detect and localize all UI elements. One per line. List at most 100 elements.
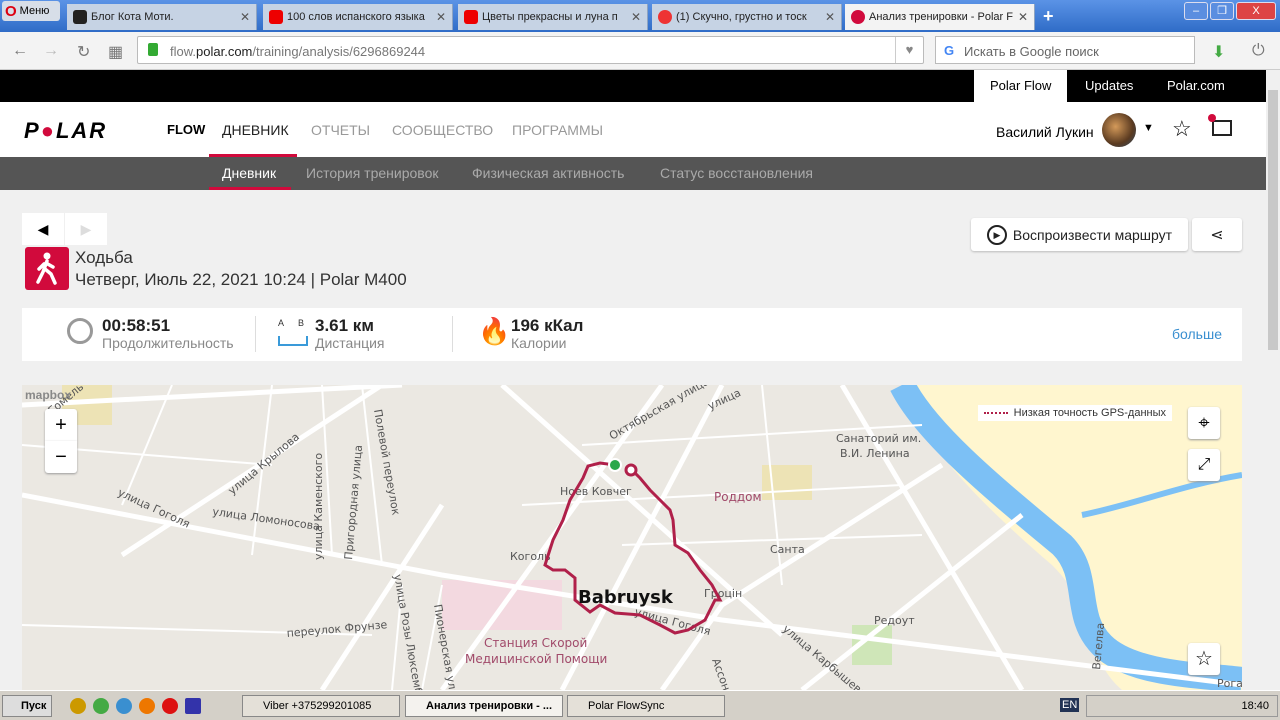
stopwatch-icon	[67, 318, 93, 344]
star-icon[interactable]: ☆	[1188, 643, 1220, 675]
distance-label: Дистанция	[315, 335, 385, 351]
play-icon: ▶	[986, 224, 1007, 245]
heart-icon[interactable]: ♥	[895, 37, 923, 63]
firefox-icon[interactable]	[139, 698, 155, 714]
polar-logo[interactable]: P●LAR	[24, 118, 107, 144]
route-map[interactable]: Гомель улица Крылова улица Каменского Пр…	[22, 385, 1242, 690]
chrome-icon[interactable]	[93, 698, 109, 714]
opera-icon[interactable]	[162, 698, 178, 714]
minimize-button[interactable]: –	[1184, 2, 1208, 20]
maximize-button[interactable]: ❐	[1210, 2, 1234, 20]
nav-programs[interactable]: ПРОГРАММЫ	[512, 122, 603, 138]
prev-button[interactable]: ◀	[22, 213, 64, 245]
lock-icon	[148, 43, 158, 56]
distance-value: 3.61 км	[315, 316, 374, 335]
next-button[interactable]: ▶	[65, 213, 107, 245]
download-icon[interactable]: ⬇	[1212, 42, 1225, 62]
google-search-input[interactable]: G Искать в Google поиск	[935, 36, 1195, 64]
user-name[interactable]: Василий Лукин	[996, 124, 1094, 140]
tab[interactable]: (1) Скучно, грустно и тоск ✕	[652, 4, 842, 30]
page-scrollbar[interactable]	[1266, 70, 1280, 690]
tab[interactable]: 100 слов испанского языка ✕	[263, 4, 453, 30]
taskbar-opera[interactable]: Анализ тренировки - ...	[405, 695, 563, 717]
map-legend: Низкая точность GPS-данных	[977, 405, 1172, 421]
close-tab-icon[interactable]: ✕	[631, 10, 641, 24]
svg-text:Санаторий им.: Санаторий им.	[836, 432, 921, 445]
fullscreen-icon[interactable]: ⤢	[1188, 449, 1220, 481]
chevron-left-icon: ◀	[37, 221, 49, 237]
share-button[interactable]: ⋖	[1192, 218, 1242, 251]
app-icon[interactable]	[116, 698, 132, 714]
cat-icon	[73, 10, 87, 24]
star-icon[interactable]: ☆	[1172, 116, 1192, 142]
map-canvas: Гомель улица Крылова улица Каменского Пр…	[22, 385, 1242, 690]
nav-diary[interactable]: ДНЕВНИК	[222, 122, 289, 138]
svg-text:Медицинской Помощи: Медицинской Помощи	[465, 652, 607, 666]
tab-active[interactable]: Анализ тренировки - Polar F ✕	[845, 4, 1035, 30]
nav-community[interactable]: СООБЩЕСТВО	[392, 122, 493, 138]
speed-dial-icon[interactable]: ▦	[108, 42, 123, 62]
zoom-out-button[interactable]: −	[45, 441, 77, 473]
stats-bar: 00:58:51 Продолжительность A B 3.61 км Д…	[22, 308, 1242, 361]
calories-value: 196 кКал	[511, 316, 584, 335]
svg-text:улица Гоголя: улица Гоголя	[116, 486, 192, 531]
walking-icon	[25, 247, 69, 290]
link-updates[interactable]: Updates	[1085, 70, 1133, 102]
url-input[interactable]: flow.polar.com/training/analysis/6296869…	[137, 36, 924, 64]
opera-menu-button[interactable]: O Меню	[2, 1, 60, 21]
save-icon[interactable]	[185, 698, 201, 714]
youtube-icon	[269, 10, 283, 24]
svg-text:улица Каменского: улица Каменского	[312, 453, 325, 560]
svg-text:Рогачёв: Рогачёв	[1217, 677, 1242, 690]
chevron-down-icon[interactable]: ▼	[1143, 122, 1154, 134]
close-tab-icon[interactable]: ✕	[240, 10, 250, 24]
taskbar-viber[interactable]: Viber +375299201085	[242, 695, 400, 717]
svg-text:улица Ломоносова: улица Ломоносова	[212, 505, 321, 533]
svg-text:Гроцін: Гроцін	[704, 587, 742, 600]
subnav-history[interactable]: История тренировок	[306, 165, 438, 181]
close-tab-icon[interactable]: ✕	[436, 10, 446, 24]
dotted-line-icon	[983, 412, 1008, 415]
notifications-icon[interactable]	[1208, 114, 1232, 136]
start-button[interactable]: Пуск	[2, 695, 52, 717]
back-icon[interactable]: ←	[12, 42, 28, 60]
svg-text:переулок Фрунзе: переулок Фрунзе	[286, 618, 388, 640]
new-tab-button[interactable]: +	[1043, 6, 1054, 27]
taskbar-flowsync[interactable]: Polar FlowSync	[567, 695, 725, 717]
tab[interactable]: Блог Кота Моти. ✕	[67, 4, 257, 30]
address-bar-area: ← → ↻ ▦ flow.polar.com/training/analysis…	[0, 32, 1280, 70]
close-tab-icon[interactable]: ✕	[825, 10, 835, 24]
close-tab-icon[interactable]: ✕	[1018, 10, 1028, 24]
reload-icon[interactable]: ↻	[77, 42, 90, 62]
replay-route-button[interactable]: ▶ Воспроизвести маршрут	[971, 218, 1188, 251]
nav-reports[interactable]: ОТЧЕТЫ	[311, 122, 370, 138]
ruler-icon	[278, 336, 308, 346]
avatar[interactable]	[1102, 113, 1136, 147]
calories-label: Калории	[511, 335, 567, 351]
close-window-button[interactable]: X	[1236, 2, 1276, 20]
link-polar-flow[interactable]: Polar Flow	[974, 70, 1068, 102]
app-icon[interactable]	[70, 698, 86, 714]
zoom-in-button[interactable]: +	[45, 409, 77, 441]
city-label: Babruysk	[578, 587, 674, 608]
update-icon[interactable]: ⏻	[1252, 42, 1265, 60]
locate-icon[interactable]: ⌖	[1188, 407, 1220, 439]
subnav-activity[interactable]: Физическая активность	[472, 165, 624, 181]
flow-label: FLOW	[167, 122, 206, 137]
more-link[interactable]: больше	[1172, 326, 1222, 342]
opera-icon: O	[5, 2, 17, 20]
subnav-recovery[interactable]: Статус восстановления	[660, 165, 813, 181]
tab[interactable]: Цветы прекрасны и луна п ✕	[458, 4, 648, 30]
system-tray: 18:40	[1086, 695, 1278, 717]
link-polar-com[interactable]: Polar.com	[1167, 70, 1225, 102]
svg-text:Роддом: Роддом	[714, 490, 762, 504]
language-indicator[interactable]: EN	[1060, 698, 1080, 712]
subnav-diary[interactable]: Дневник	[222, 165, 276, 181]
svg-text:Редоут: Редоут	[874, 614, 915, 627]
svg-text:улица Крылова: улица Крылова	[226, 430, 302, 497]
browser-tabbar: O Меню Блог Кота Моти. ✕ 100 слов испанско…	[0, 0, 1280, 32]
forward-icon[interactable]: →	[43, 42, 59, 60]
flame-icon: 🔥	[478, 316, 511, 346]
polar-icon	[851, 10, 865, 24]
sub-navigation: Дневник История тренировок Физическая ак…	[0, 157, 1266, 190]
